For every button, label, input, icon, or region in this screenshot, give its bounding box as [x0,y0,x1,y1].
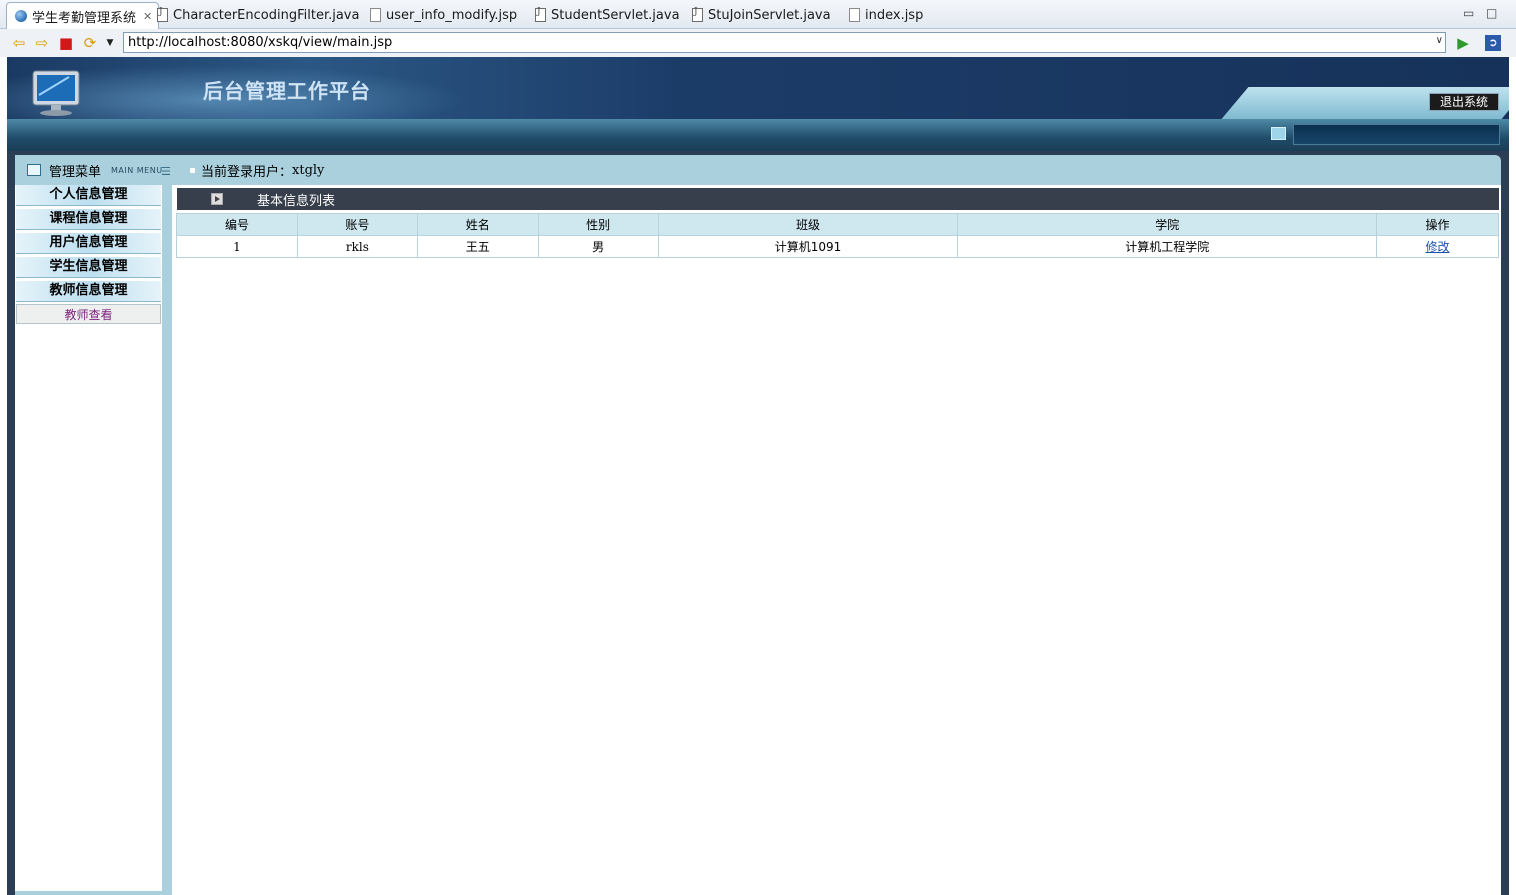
maximize-icon[interactable]: □ [1486,6,1497,20]
header-banner: 后台管理工作平台 退出系统 [7,57,1509,119]
editor-tab-bar: 学生考勤管理系统 ✕ CharacterEncodingFilter.java … [0,0,1516,29]
table-header-row: 编号 账号 姓名 性别 班级 学院 操作 [176,213,1499,236]
jsp-file-icon [370,8,381,22]
table-row: 1 rkls 王五 男 计算机1091 计算机工程学院 修改 [176,235,1499,258]
url-input[interactable]: http://localhost:8080/xskq/view/main.jsp… [123,32,1446,53]
browser-toolbar: ⇦ ⇨ ■ ⟳ ▼ http://localhost:8080/xskq/vie… [0,29,1516,57]
list-title: 基本信息列表 [257,193,336,209]
tab-browser[interactable]: 学生考勤管理系统 ✕ [6,2,160,29]
content-area: 基本信息列表 编号 账号 姓名 性别 班级 学院 操作 1 rkls 王五 男 … [172,185,1501,895]
cell-account: rkls [296,235,418,258]
sidebar-item-student-info[interactable]: 学生信息管理 [16,257,161,278]
page-title: 后台管理工作平台 [203,79,371,103]
main-area: 管理菜单 MAIN MENU ☰ 个人信息管理 课程信息管理 用户信息管理 学生… [15,155,1501,895]
tab-user-info-modify[interactable]: user_info_modify.jsp [370,3,517,27]
sidebar-item-teacher-info[interactable]: 教师信息管理 [16,281,161,302]
refresh-icon[interactable]: ⟳ [82,35,98,51]
tab-index-jsp[interactable]: index.jsp [849,3,923,27]
back-arrow-icon[interactable]: ⇦ [11,35,27,51]
tab-label: index.jsp [865,7,924,23]
cell-college: 计算机工程学院 [957,235,1378,258]
column-header-account: 账号 [296,213,418,236]
stop-icon[interactable]: ■ [58,35,74,51]
tab-character-encoding-filter[interactable]: CharacterEncodingFilter.java [157,3,359,27]
play-icon [211,193,223,205]
minimize-icon[interactable]: ▭ [1463,6,1474,20]
sidebar: 个人信息管理 课程信息管理 用户信息管理 学生信息管理 教师信息管理 教师查看 [15,185,162,891]
menu-title: 管理菜单 [49,164,102,180]
column-header-gender: 性别 [537,213,659,236]
logout-button[interactable]: 退出系统 [1429,93,1499,111]
history-dropdown-icon[interactable]: ▼ [102,35,118,51]
cell-name: 王五 [416,235,539,258]
tab-label: StudentServlet.java [551,7,680,23]
menu-header: 管理菜单 MAIN MENU ☰ [15,155,171,185]
column-header-name: 姓名 [416,213,539,236]
cell-action: 修改 [1376,235,1499,258]
info-table: 编号 账号 姓名 性别 班级 学院 操作 1 rkls 王五 男 计算机1091… [176,213,1499,258]
tab-label: StuJoinServlet.java [708,7,831,23]
column-header-college: 学院 [957,213,1378,236]
tab-student-servlet[interactable]: StudentServlet.java [535,3,680,27]
java-file-icon [157,7,168,22]
open-external-icon[interactable]: ➲ [1485,35,1501,51]
bullet-icon [190,167,195,173]
url-text: http://localhost:8080/xskq/view/main.jsp [128,35,393,50]
menu-subtitle: MAIN MENU [111,165,163,175]
current-user-label: 当前登录用户： [201,164,293,180]
current-user-value: xtgly [292,162,325,178]
status-field [1293,124,1500,145]
java-file-icon [692,7,703,22]
globe-icon [15,10,27,22]
header-subbar [7,119,1509,151]
cell-class: 计算机1091 [657,235,959,258]
edit-link[interactable]: 修改 [1426,240,1450,254]
column-header-class: 班级 [657,213,959,236]
sidebar-item-course-info[interactable]: 课程信息管理 [16,209,161,230]
java-file-icon [535,7,546,22]
tab-label: user_info_modify.jsp [386,7,518,23]
chevron-down-icon[interactable]: ∨ [1436,35,1443,46]
go-icon[interactable]: ▶ [1455,35,1471,51]
menu-lines-icon: ☰ [161,165,171,178]
sidebar-item-user-info[interactable]: 用户信息管理 [16,233,161,254]
cell-gender: 男 [537,235,659,258]
menu-icon [27,164,41,176]
monitor-icon [1271,127,1286,140]
current-user-bar: 当前登录用户： xtgly [172,155,1501,185]
tab-stujoin-servlet[interactable]: StuJoinServlet.java [692,3,831,27]
computer-logo-icon [32,70,80,116]
forward-arrow-icon[interactable]: ⇨ [34,35,50,51]
tab-label: 学生考勤管理系统 [32,10,137,26]
content-panel: 当前登录用户： xtgly 基本信息列表 编号 账号 姓名 性别 班级 学院 操… [172,155,1501,895]
app-frame: 后台管理工作平台 退出系统 管理菜单 MAIN MENU ☰ 个人信息管理 课程… [7,57,1509,895]
tab-label: CharacterEncodingFilter.java [173,7,360,23]
close-icon[interactable]: ✕ [143,10,152,23]
sidebar-item-personal-info[interactable]: 个人信息管理 [16,185,161,206]
sidebar-subitem-teacher-view[interactable]: 教师查看 [16,304,161,324]
jsp-file-icon [849,8,860,22]
column-header-id: 编号 [176,213,298,236]
list-header: 基本信息列表 [177,188,1499,210]
cell-id: 1 [176,235,298,258]
column-header-action: 操作 [1376,213,1499,236]
